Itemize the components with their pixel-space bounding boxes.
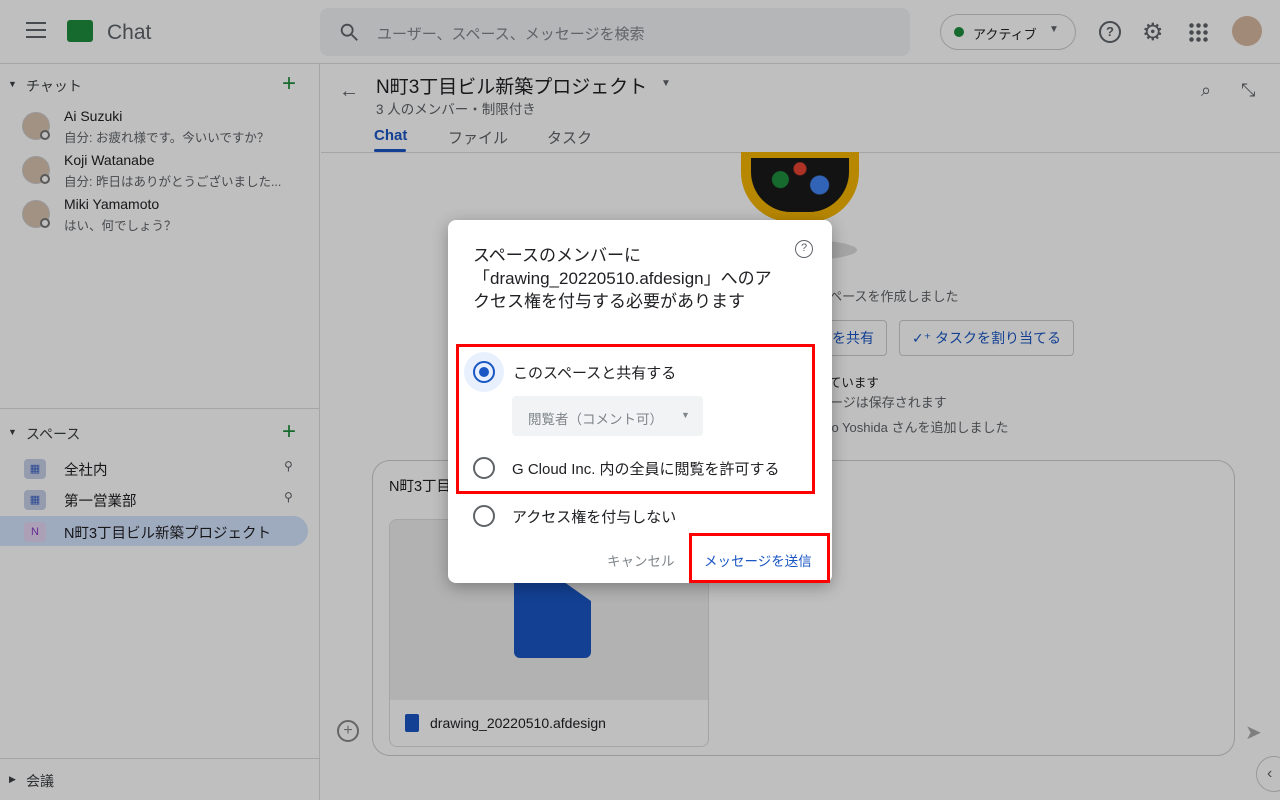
cancel-button[interactable]: キャンセル: [607, 550, 675, 570]
option-org-view[interactable]: G Cloud Inc. 内の全員に閲覧を許可する: [512, 458, 780, 479]
permission-label: 閲覧者（コメント可）: [528, 412, 663, 427]
permission-dropdown[interactable]: 閲覧者（コメント可） ▼: [512, 396, 703, 436]
radio-org-view[interactable]: [473, 457, 495, 479]
radio-no-access[interactable]: [473, 505, 495, 527]
radio-share-space[interactable]: [473, 361, 495, 383]
option-no-access[interactable]: アクセス権を付与しない: [512, 506, 676, 527]
dialog-title: スペースのメンバーに「drawing_20220510.afdesign」へのア…: [473, 246, 772, 311]
help-icon[interactable]: ?: [795, 240, 813, 258]
send-label: メッセージを送信: [704, 554, 812, 569]
access-dialog: スペースのメンバーに「drawing_20220510.afdesign」へのア…: [448, 220, 832, 583]
chevron-down-icon: ▼: [681, 410, 690, 420]
option-share-space[interactable]: このスペースと共有する: [513, 362, 676, 383]
send-button[interactable]: メッセージを送信: [689, 533, 830, 583]
